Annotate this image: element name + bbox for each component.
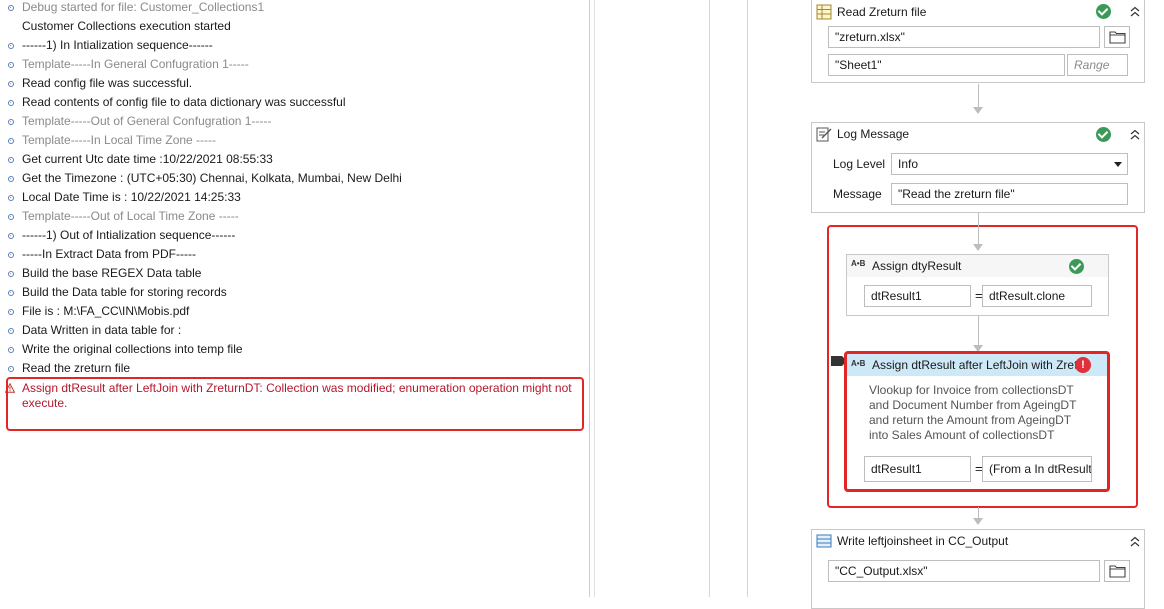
log-entry-text: ------1) Out of Intialization sequence--… <box>22 228 236 242</box>
collapse-icon[interactable] <box>1128 5 1142 19</box>
log-message-icon <box>816 127 832 142</box>
output-log-panel: Debug started for file: Customer_Collect… <box>0 0 590 597</box>
activity-title: Log Message <box>837 127 910 141</box>
info-icon <box>6 150 16 169</box>
log-entry-text: Build the Data table for storing records <box>22 285 227 299</box>
activity-title: Assign dtyResult <box>872 259 962 273</box>
info-icon <box>6 264 16 283</box>
info-icon <box>6 55 16 74</box>
workflow-designer: Read Zreturn file "zreturn.xlsx" "Sheet1… <box>594 0 1164 609</box>
log-entry-text: Customer Collections execution started <box>22 19 231 33</box>
log-entry-text: ------1) In Intialization sequence------ <box>22 38 213 52</box>
workbook-path-input[interactable]: "CC_Output.xlsx" <box>828 560 1100 582</box>
log-level-label: Log Level <box>833 157 886 171</box>
assign-value-input[interactable]: dtResult.clone <box>982 285 1092 307</box>
error-highlight-box <box>6 377 584 431</box>
message-label: Message <box>833 187 882 201</box>
log-level-value: Info <box>898 157 919 171</box>
log-entry-text: Local Date Time is : 10/22/2021 14:25:33 <box>22 190 241 204</box>
log-message-activity[interactable]: Log Message Log Level Info Message "Read… <box>811 122 1145 213</box>
info-icon <box>6 131 16 150</box>
success-check-icon <box>1096 127 1111 142</box>
browse-folder-button[interactable] <box>1104 26 1130 48</box>
assign-to-input[interactable]: dtResult1 <box>864 285 971 307</box>
log-entry-text: Template-----Out of Local Time Zone ----… <box>22 209 239 223</box>
log-entry-text: -----In Extract Data from PDF----- <box>22 247 196 261</box>
log-entry-text: Write the original collections into temp… <box>22 342 243 356</box>
flow-arrow <box>973 107 983 114</box>
chevron-down-icon <box>1114 162 1122 167</box>
range-input[interactable]: Range <box>1067 54 1128 76</box>
log-entry-text: Template-----In Local Time Zone ----- <box>22 133 217 147</box>
info-icon <box>6 112 16 131</box>
selected-activity-highlight <box>844 351 1110 492</box>
flow-connector <box>978 84 979 109</box>
excel-write-icon <box>816 534 832 548</box>
info-icon <box>6 74 16 93</box>
info-icon <box>6 169 16 188</box>
log-entry-text: Read config file was successful. <box>22 76 193 90</box>
range-placeholder: Range <box>1074 58 1110 72</box>
log-entry-text: File is : M:\FA_CC\IN\Mobis.pdf <box>22 304 190 318</box>
flow-arrow <box>973 518 983 525</box>
info-icon <box>6 93 16 112</box>
flow-connector <box>978 315 979 348</box>
activity-header: Log Message <box>812 123 1144 145</box>
info-icon <box>6 340 16 359</box>
info-icon <box>6 226 16 245</box>
log-entry-text: Template-----Out of General Confugration… <box>22 114 272 128</box>
log-entry-text: Read the zreturn file <box>22 361 131 375</box>
browse-folder-button[interactable] <box>1104 560 1130 582</box>
log-entry-text: Get current Utc date time :10/22/2021 08… <box>22 152 273 166</box>
assign-icon: A•B <box>851 259 866 268</box>
collapse-icon[interactable] <box>1128 128 1142 142</box>
read-zreturn-activity[interactable]: Read Zreturn file "zreturn.xlsx" "Sheet1… <box>811 0 1145 83</box>
info-icon <box>6 36 16 55</box>
sequence-guide-line <box>747 0 748 597</box>
activity-header: A•B Assign dtyResult <box>847 255 1108 277</box>
log-entry-text: Template-----In General Confugration 1--… <box>22 57 249 71</box>
log-entry-text: Read contents of config file to data dic… <box>22 95 346 109</box>
assign-dtyresult-activity[interactable]: A•B Assign dtyResult dtResult1 = dtResul… <box>846 254 1109 316</box>
sequence-guide-line <box>709 0 710 597</box>
log-entry-text: Data Written in data table for : <box>22 323 182 337</box>
sheet-name-input[interactable]: "Sheet1" <box>828 54 1065 76</box>
collapse-icon[interactable] <box>1128 535 1142 549</box>
log-entry-text: Debug started for file: Customer_Collect… <box>22 0 265 14</box>
activity-header: Read Zreturn file <box>812 1 1144 23</box>
log-entry-text: Build the base REGEX Data table <box>22 266 202 280</box>
write-sheet-activity[interactable]: Write leftjoinsheet in CC_Output "CC_Out… <box>811 529 1145 609</box>
activity-title: Write leftjoinsheet in CC_Output <box>837 534 1009 548</box>
info-icon <box>6 321 16 340</box>
excel-read-icon <box>816 4 832 20</box>
info-icon <box>6 302 16 321</box>
folder-icon <box>1109 565 1126 578</box>
activity-header: Write leftjoinsheet in CC_Output <box>812 530 1144 552</box>
info-icon <box>6 188 16 207</box>
flow-arrow <box>973 244 983 251</box>
info-icon <box>6 245 16 264</box>
workbook-path-input[interactable]: "zreturn.xlsx" <box>828 26 1100 48</box>
activity-title: Read Zreturn file <box>837 5 927 19</box>
info-icon <box>6 283 16 302</box>
log-entry-text: Get the Timezone : (UTC+05:30) Chennai, … <box>22 171 402 185</box>
trace-icon <box>6 0 16 17</box>
info-icon <box>6 207 16 226</box>
log-level-select[interactable]: Info <box>891 153 1128 175</box>
message-input[interactable]: "Read the zreturn file" <box>891 183 1128 205</box>
success-check-icon <box>1069 259 1084 274</box>
info-icon <box>6 359 16 378</box>
flow-connector <box>978 212 979 246</box>
success-check-icon <box>1096 4 1111 19</box>
folder-icon <box>1109 31 1126 44</box>
